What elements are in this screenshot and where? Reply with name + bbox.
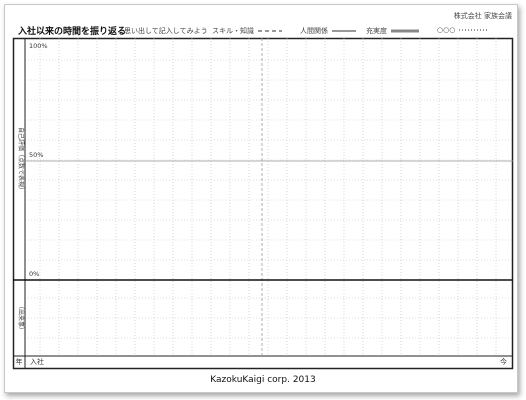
chart-grid: 自己評価（点数で表現） （出来事） 年 入社 今 100% 50% 0% <box>12 37 514 370</box>
upper-side-label: 自己評価（点数で表現） <box>17 127 25 193</box>
y-tick-100: 100% <box>29 42 48 50</box>
chart-frame <box>12 37 514 370</box>
timeline-end-label: 今 <box>500 357 507 366</box>
dotted-gridlines <box>25 38 513 356</box>
y-tick-0: 0% <box>29 270 39 278</box>
y-tick-50: 50% <box>29 151 43 159</box>
lower-side-label: （出来事） <box>17 303 25 333</box>
year-label: 年 <box>16 357 23 366</box>
worksheet-page: 株式会社 家族会議 入社以来の時間を振り返る 思い出して記入してみよう スキル・… <box>0 0 526 400</box>
timeline-start-label: 入社 <box>30 357 44 366</box>
footer-credit: KazokuKaigi corp. 2013 <box>210 375 316 385</box>
